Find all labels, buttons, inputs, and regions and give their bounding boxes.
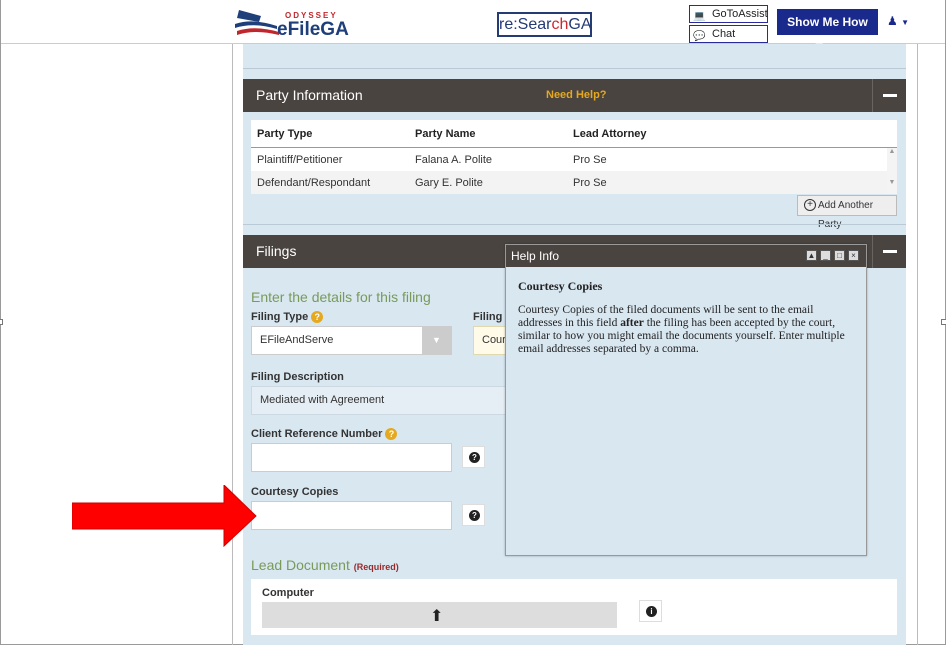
resize-handle-right[interactable] xyxy=(941,319,946,325)
upload-info-button[interactable]: i xyxy=(639,600,662,622)
filing-type-label-text: Filing Type xyxy=(251,311,309,323)
upload-from-computer-button[interactable]: ⬆ xyxy=(262,602,617,628)
lead-document-label: Lead Document xyxy=(251,557,350,573)
show-me-how-button[interactable]: Show Me How To... xyxy=(777,9,878,55)
lead-document-box: Computer ⬆ i xyxy=(251,579,897,635)
help-info-titlebar[interactable]: Help Info ▲ _ □ × xyxy=(506,245,866,267)
help-info-title: Help Info xyxy=(511,249,560,263)
column-header-lead-attorney[interactable]: Lead Attorney xyxy=(573,128,647,140)
help-info-body: Courtesy Copies of the filed documents w… xyxy=(518,304,848,356)
table-row[interactable]: Defendant/Respondant Gary E. Polite Pro … xyxy=(251,171,887,194)
party-information-title: Party Information xyxy=(256,87,363,103)
filing-type-label: Filing Type? xyxy=(251,311,324,324)
efilega-logo[interactable]: ODYSSEY eFileGA xyxy=(233,6,349,40)
help-question-icon[interactable]: ? xyxy=(385,428,398,441)
add-party-label: Add Another Party xyxy=(818,200,874,230)
minus-icon xyxy=(883,250,897,253)
add-another-party-button[interactable]: + Add Another Party xyxy=(797,195,897,230)
help-question-icon[interactable]: ? xyxy=(311,311,324,324)
filing-type-select[interactable]: EFileAndServe ▼ xyxy=(251,326,452,355)
table-row[interactable]: Plaintiff/Petitioner Falana A. Polite Pr… xyxy=(251,148,887,171)
chevron-down-icon: ▼ xyxy=(901,18,910,27)
research-text-suffix: GA xyxy=(568,16,592,33)
chat-bubbles-icon: 💬 xyxy=(693,31,706,42)
filing-code-label: Filing ( xyxy=(473,311,510,323)
question-circle-icon: ? xyxy=(469,452,480,463)
lead-attorney-cell: Pro Se xyxy=(573,177,607,189)
filing-description-label: Filing Description xyxy=(251,371,344,383)
plus-circle-icon: + xyxy=(804,199,816,211)
client-reference-label-text: Client Reference Number xyxy=(251,428,383,440)
research-text-prefix: re:Sear xyxy=(499,16,552,33)
page-left-border xyxy=(232,44,233,645)
red-annotation-arrow-icon xyxy=(72,485,257,547)
filing-type-value: EFileAndServe xyxy=(260,334,334,346)
top-navigation-bar: ODYSSEY eFileGA re:SearchGA 💻 GoToAssist… xyxy=(1,0,945,55)
page-right-border xyxy=(917,44,918,645)
courtesy-copies-input[interactable] xyxy=(251,501,452,530)
lead-attorney-cell: Pro Se xyxy=(573,154,607,166)
need-help-link[interactable]: Need Help? xyxy=(546,89,607,101)
user-icon: ♟ xyxy=(887,14,898,28)
lead-document-section: Lead Document (Required) xyxy=(251,557,399,573)
party-name-cell: Falana A. Polite xyxy=(415,154,493,166)
resize-handle-left[interactable] xyxy=(0,319,3,325)
upload-icon: ⬆ xyxy=(430,608,444,625)
question-circle-icon: ? xyxy=(469,510,480,521)
column-header-party-type[interactable]: Party Type xyxy=(257,128,312,140)
minimize-icon[interactable]: _ xyxy=(820,250,831,261)
capitol-logo-icon xyxy=(235,10,279,35)
divider xyxy=(243,224,906,225)
gotoassist-button[interactable]: 💻 GoToAssist xyxy=(689,5,768,23)
divider xyxy=(243,68,906,69)
party-type-cell: Defendant/Respondant xyxy=(257,177,371,189)
logo-efilega-text: eFileGA xyxy=(277,19,349,40)
help-body-emphasis: after xyxy=(620,317,644,329)
filing-code-select[interactable]: Cour xyxy=(473,326,508,355)
table-scrollbar[interactable]: ▲ ▼ xyxy=(887,148,897,194)
party-table: Party Type Party Name Lead Attorney Plai… xyxy=(251,120,897,194)
party-name-cell: Gary E. Polite xyxy=(415,177,483,189)
help-info-heading: Courtesy Copies xyxy=(518,279,603,293)
party-information-header: Party Information Need Help? xyxy=(243,79,906,112)
scroll-up-icon[interactable]: ▲ xyxy=(887,148,897,155)
gotoassist-label: GoToAssist xyxy=(712,8,768,20)
column-header-party-name[interactable]: Party Name xyxy=(415,128,476,140)
scroll-down-icon[interactable]: ▼ xyxy=(887,179,897,186)
party-type-cell: Plaintiff/Petitioner xyxy=(257,154,343,166)
help-info-dialog: Help Info ▲ _ □ × Courtesy Copies Courte… xyxy=(505,244,867,556)
chevron-down-icon[interactable]: ▼ xyxy=(422,327,451,354)
pin-icon[interactable]: ▲ xyxy=(806,250,817,261)
party-table-header: Party Type Party Name Lead Attorney xyxy=(251,120,897,148)
client-reference-help-button[interactable]: ? xyxy=(462,446,485,468)
collapse-party-button[interactable] xyxy=(872,79,906,112)
client-reference-label: Client Reference Number? xyxy=(251,428,398,441)
courtesy-copies-label: Courtesy Copies xyxy=(251,486,339,498)
client-reference-input[interactable] xyxy=(251,443,452,472)
filing-description-input[interactable]: Mediated with Agreement xyxy=(251,386,509,415)
chat-button[interactable]: 💬 Chat xyxy=(689,25,768,43)
chat-label: Chat xyxy=(712,28,736,40)
laptop-icon: 💻 xyxy=(693,11,706,22)
filing-details-subtitle: Enter the details for this filing xyxy=(251,289,431,305)
close-icon[interactable]: × xyxy=(848,250,859,261)
minus-icon xyxy=(883,94,897,97)
user-menu-dropdown[interactable]: ♟ ▼ xyxy=(887,14,909,28)
maximize-icon[interactable]: □ xyxy=(834,250,845,261)
info-circle-icon: i xyxy=(646,606,657,617)
research-text-mid: ch xyxy=(551,16,569,33)
computer-label: Computer xyxy=(262,587,314,599)
courtesy-copies-help-button[interactable]: ? xyxy=(462,504,485,526)
research-ga-link[interactable]: re:SearchGA xyxy=(497,12,592,37)
collapse-filings-button[interactable] xyxy=(872,235,906,268)
required-label: (Required) xyxy=(353,562,399,572)
filings-title: Filings xyxy=(256,243,297,259)
